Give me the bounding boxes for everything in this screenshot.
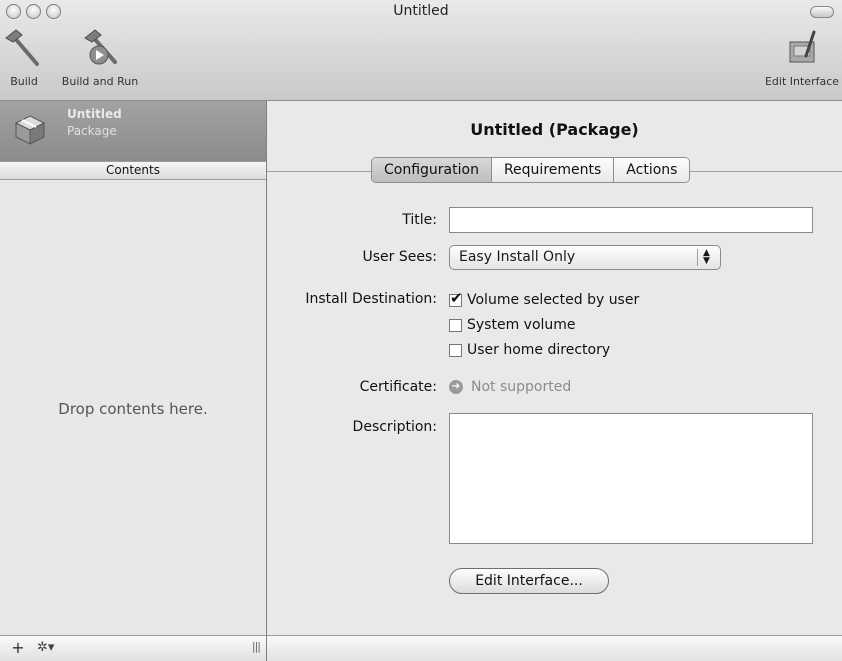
- destination-option[interactable]: Volume selected by user: [449, 289, 640, 308]
- title-field[interactable]: [449, 207, 813, 233]
- edit-interface-toolbar-button[interactable]: Edit Interface: [762, 26, 842, 88]
- build-label: Build: [10, 75, 38, 88]
- certificate-label: Certificate:: [359, 379, 437, 395]
- chevron-updown-icon: ▲ ▼: [697, 249, 715, 266]
- build-and-run-label: Build and Run: [61, 75, 139, 88]
- edit-interface-label: Edit Interface: [764, 75, 840, 88]
- package-type: Package: [67, 124, 117, 138]
- destination-option[interactable]: System volume: [449, 317, 576, 333]
- tab-actions[interactable]: Actions: [614, 158, 690, 182]
- main-pane: Untitled (Package) Configuration Require…: [267, 101, 842, 661]
- package-name: Untitled: [67, 107, 122, 121]
- contents-header: Contents: [0, 161, 266, 180]
- checkbox-volume-selected[interactable]: [449, 289, 463, 307]
- add-button[interactable]: +: [7, 638, 29, 658]
- user-sees-label: User Sees:: [362, 249, 437, 265]
- description-label: Description:: [352, 419, 437, 435]
- window-title: Untitled: [393, 3, 449, 19]
- edit-interface-icon: [789, 30, 816, 63]
- installer-window: Untitled Build Build and Run Edit Interf…: [0, 0, 842, 661]
- sidebar-footer: + ✲▾ |||: [0, 635, 266, 661]
- build-and-run-button[interactable]: Build and Run: [50, 26, 150, 88]
- sidebar: Untitled Package Contents Drop contents …: [0, 101, 267, 661]
- destination-option[interactable]: User home directory: [449, 342, 610, 358]
- arrow-circle-icon[interactable]: ➔: [449, 380, 463, 394]
- description-field[interactable]: [449, 413, 813, 544]
- tab-bar: Configuration Requirements Actions: [371, 157, 691, 183]
- user-sees-popup[interactable]: Easy Install Only ▲ ▼: [449, 245, 721, 270]
- checkbox-system-volume[interactable]: [449, 318, 462, 332]
- certificate-status: ➔ Not supported: [449, 379, 571, 395]
- checkbox-user-home[interactable]: [449, 343, 462, 357]
- edit-interface-button[interactable]: Edit Interface...: [449, 568, 609, 594]
- build-button[interactable]: Build: [4, 26, 44, 88]
- checkbox-label: User home directory: [467, 342, 611, 358]
- install-destination-label: Install Destination:: [305, 291, 437, 307]
- checkbox-label: System volume: [467, 317, 576, 333]
- main-footer: [267, 635, 842, 661]
- user-sees-value: Easy Install Only: [459, 249, 576, 265]
- package-item[interactable]: Untitled Package: [0, 101, 266, 161]
- title-label: Title:: [402, 212, 437, 228]
- build-run-icon: [84, 29, 117, 65]
- tab-requirements[interactable]: Requirements: [491, 158, 615, 182]
- hammer-icon: [5, 29, 39, 66]
- tab-configuration[interactable]: Configuration: [372, 158, 492, 182]
- checkbox-label: Volume selected by user: [467, 292, 640, 308]
- certificate-value: Not supported: [471, 379, 572, 395]
- page-title: Untitled (Package): [470, 120, 639, 139]
- toolbar-toggle-button[interactable]: [810, 6, 834, 18]
- gear-icon[interactable]: ✲▾: [37, 638, 79, 658]
- resize-grip-icon[interactable]: |||: [252, 640, 261, 653]
- toolbar: Untitled Build Build and Run Edit Interf…: [0, 0, 842, 101]
- drop-contents-hint: Drop contents here.: [58, 400, 208, 418]
- package-icon: [14, 115, 46, 145]
